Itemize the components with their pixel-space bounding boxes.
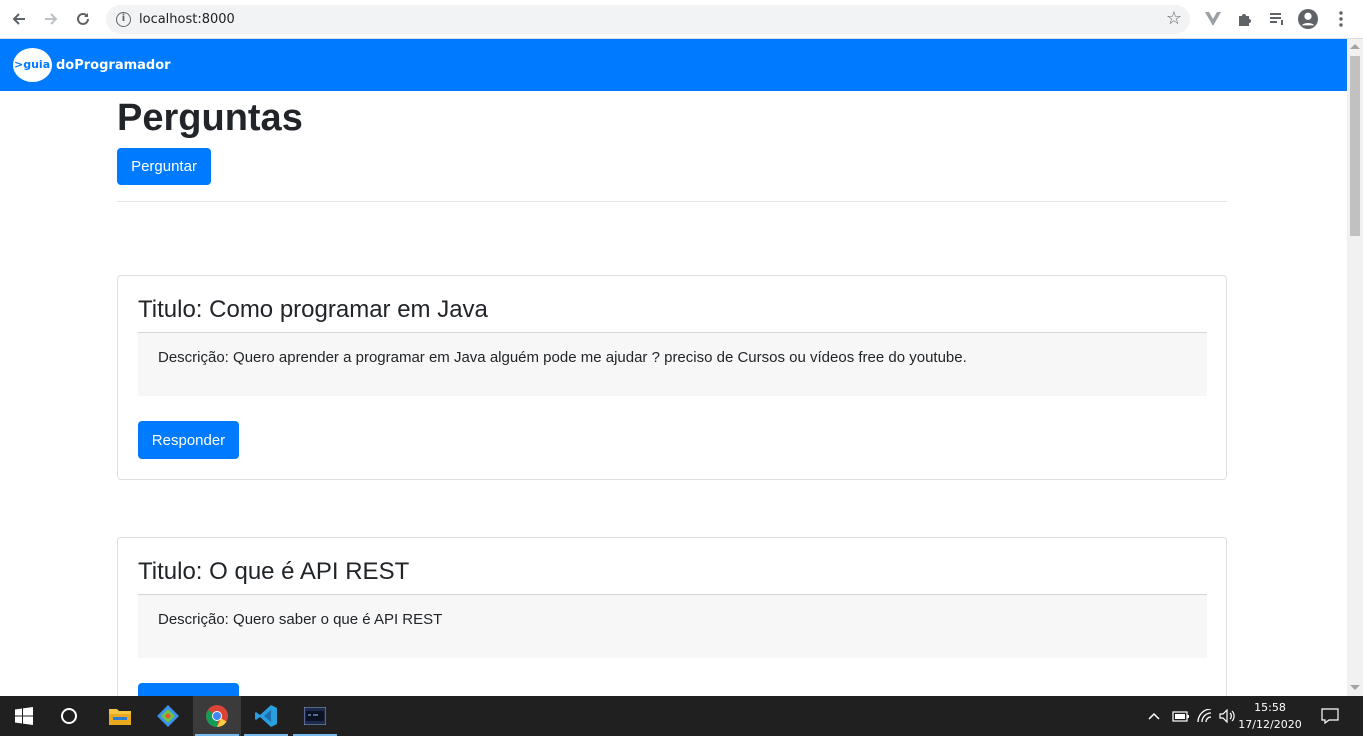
clock-date: 17/12/2020 bbox=[1238, 718, 1302, 731]
question-description-box: Descrição: Quero aprender a programar em… bbox=[138, 332, 1207, 396]
extensions-puzzle-icon[interactable] bbox=[1235, 9, 1255, 29]
divider bbox=[117, 201, 1227, 202]
forward-icon[interactable] bbox=[40, 8, 62, 30]
cortana-search-icon[interactable] bbox=[45, 696, 93, 736]
address-bar[interactable]: i localhost:8000 ☆ bbox=[106, 5, 1190, 34]
file-explorer-icon[interactable] bbox=[96, 696, 144, 736]
mysql-terminal-app-icon[interactable] bbox=[291, 696, 339, 736]
info-icon[interactable]: i bbox=[116, 12, 131, 27]
clock-time: 15:58 bbox=[1254, 701, 1286, 714]
volume-icon[interactable] bbox=[1219, 696, 1237, 736]
question-description: Descrição: Quero aprender a programar em… bbox=[158, 349, 967, 366]
windows-start-icon[interactable] bbox=[0, 696, 48, 736]
windows-taskbar: 15:58 17/12/2020 bbox=[0, 696, 1363, 736]
app-navbar: >guia doProgramador bbox=[0, 39, 1347, 91]
vuejs-extension-icon[interactable] bbox=[1203, 9, 1223, 29]
back-icon[interactable] bbox=[8, 8, 30, 30]
system-clock[interactable]: 15:58 17/12/2020 bbox=[1236, 699, 1304, 733]
bookmark-star-icon[interactable]: ☆ bbox=[1166, 8, 1182, 29]
question-description-box: Descrição: Quero saber o que é API REST bbox=[138, 594, 1207, 658]
notification-center-icon[interactable] bbox=[1321, 696, 1339, 736]
page-title: Perguntas bbox=[117, 97, 303, 139]
scroll-thumb[interactable] bbox=[1350, 56, 1360, 236]
chrome-app-icon[interactable] bbox=[193, 696, 241, 736]
browser-menu-icon[interactable] bbox=[1331, 9, 1351, 29]
gitkraken-app-icon[interactable] bbox=[144, 696, 192, 736]
battery-icon[interactable] bbox=[1172, 696, 1190, 736]
question-card: Titulo: Como programar em Java Descrição… bbox=[117, 275, 1227, 480]
logo-prefix: >guia bbox=[14, 58, 51, 71]
tray-overflow-icon[interactable] bbox=[1148, 696, 1160, 736]
scroll-up-icon[interactable] bbox=[1350, 44, 1360, 49]
logo-suffix: doProgramador bbox=[56, 57, 171, 73]
wifi-icon[interactable] bbox=[1197, 696, 1213, 736]
vscode-app-icon[interactable] bbox=[242, 696, 290, 736]
browser-toolbar: i localhost:8000 ☆ bbox=[0, 0, 1363, 39]
question-description: Descrição: Quero saber o que é API REST bbox=[158, 611, 443, 628]
question-title: Titulo: Como programar em Java bbox=[138, 296, 488, 323]
logo-circle: >guia bbox=[13, 48, 52, 82]
reload-icon[interactable] bbox=[72, 8, 94, 30]
address-url[interactable]: localhost:8000 bbox=[139, 12, 235, 27]
site-logo[interactable]: >guia doProgramador bbox=[13, 48, 171, 82]
profile-avatar-icon[interactable] bbox=[1298, 9, 1318, 29]
page-scrollbar[interactable] bbox=[1347, 39, 1363, 696]
scroll-down-icon[interactable] bbox=[1350, 685, 1360, 690]
answer-button[interactable]: Responder bbox=[138, 421, 239, 459]
media-queue-icon[interactable] bbox=[1267, 9, 1287, 29]
question-title: Titulo: O que é API REST bbox=[138, 558, 410, 585]
ask-button[interactable]: Perguntar bbox=[117, 148, 211, 185]
